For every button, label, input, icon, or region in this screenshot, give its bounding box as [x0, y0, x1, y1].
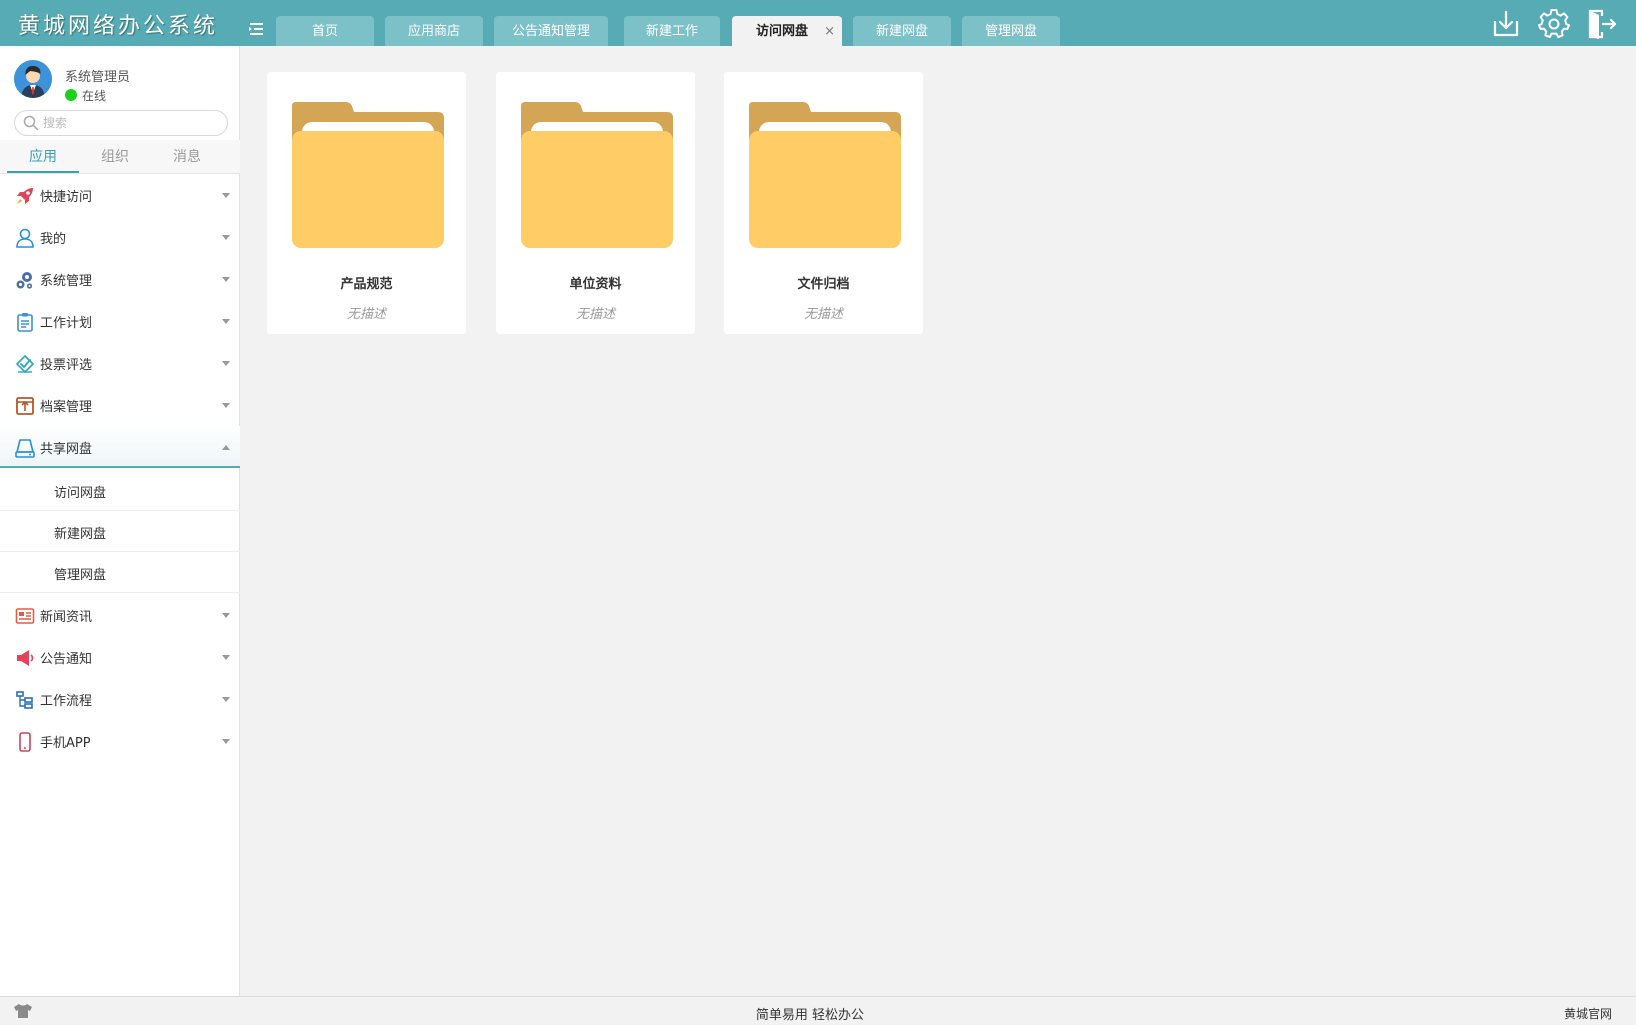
chevron-down-icon [222, 277, 230, 282]
gears-icon [16, 272, 33, 289]
folder-title: 产品规范 [340, 277, 393, 292]
nav-item-workflow[interactable]: 工作流程 [0, 678, 240, 720]
folder-description: 无描述 [803, 307, 843, 322]
chevron-down-icon [222, 697, 230, 702]
nav-item-voting[interactable]: 投票评选 [0, 342, 240, 384]
official-site-link[interactable]: 黄城官网 [1564, 1005, 1612, 1022]
sidebar-tabs: 应用 组织 消息 [0, 140, 240, 174]
tab-visit-netdisk[interactable]: 访问网盘 × [732, 16, 842, 46]
nav-label: 新闻资讯 [40, 610, 93, 625]
folder-icon [749, 102, 901, 248]
sub-item-visit-netdisk[interactable]: 访问网盘 [0, 470, 240, 511]
chevron-up-icon [222, 445, 230, 450]
nav-item-mobile-app[interactable]: 手机APP [0, 720, 240, 762]
archive-box-icon [16, 397, 34, 415]
sub-item-label: 新建网盘 [54, 527, 107, 542]
folder-card[interactable]: 文件归档 无描述 [724, 72, 923, 334]
nav-item-news[interactable]: 新闻资讯 [0, 594, 240, 636]
app-title: 黄城网络办公系统 [18, 14, 219, 39]
tab-manage-netdisk[interactable]: 管理网盘 [962, 16, 1060, 46]
tab-app-store[interactable]: 应用商店 [385, 16, 483, 46]
tab-close-button[interactable]: × [824, 16, 835, 48]
nav-item-archive-management[interactable]: 档案管理 [0, 384, 240, 426]
chevron-down-icon [222, 613, 230, 618]
search-box [14, 110, 228, 136]
clipboard-icon [17, 313, 33, 332]
avatar[interactable] [14, 60, 52, 98]
gear-icon[interactable] [1538, 8, 1570, 40]
nav-label: 投票评选 [40, 358, 93, 373]
online-status-dot [65, 89, 77, 101]
tab-home[interactable]: 首页 [276, 16, 374, 46]
footer-slogan: 简单易用 轻松办公 [755, 1008, 865, 1023]
user-icon [16, 228, 34, 248]
sub-item-label: 管理网盘 [54, 568, 107, 583]
nav-item-announcements[interactable]: 公告通知 [0, 636, 240, 678]
tab-new-work[interactable]: 新建工作 [624, 16, 720, 46]
sidebar-tab-organization[interactable]: 组织 [79, 140, 151, 174]
sub-item-manage-netdisk[interactable]: 管理网盘 [0, 552, 240, 593]
phone-icon [19, 732, 31, 752]
folder-card[interactable]: 单位资料 无描述 [496, 72, 695, 334]
folder-description: 无描述 [346, 307, 386, 322]
drive-icon [15, 439, 35, 458]
online-status-text: 在线 [82, 89, 107, 103]
nav-label: 快捷访问 [40, 190, 93, 205]
top-header: 黄城网络办公系统 首页 应用商店 公告通知管理 新建工作 访问网盘 × 新建网盘… [0, 0, 1636, 46]
sub-item-label: 访问网盘 [54, 486, 107, 501]
menu-toggle-icon[interactable] [248, 22, 268, 38]
chevron-down-icon [222, 193, 230, 198]
folder-icon [292, 102, 444, 248]
nav-item-mine[interactable]: 我的 [0, 216, 240, 258]
chevron-down-icon [222, 319, 230, 324]
chevron-down-icon [222, 655, 230, 660]
logout-icon[interactable] [1586, 8, 1618, 40]
nav-label: 工作流程 [40, 694, 93, 709]
nav-label: 共享网盘 [40, 442, 93, 457]
nav-label: 我的 [40, 232, 67, 247]
chevron-down-icon [222, 739, 230, 744]
tab-notice-management[interactable]: 公告通知管理 [494, 16, 608, 46]
avatar-person-icon [14, 60, 52, 98]
nav-item-quick-access[interactable]: 快捷访问 [0, 174, 240, 216]
folder-description: 无描述 [575, 307, 615, 322]
chevron-down-icon [222, 235, 230, 240]
nav-label: 手机APP [40, 736, 91, 751]
rocket-icon [17, 188, 33, 204]
sidebar-tab-messages[interactable]: 消息 [151, 140, 223, 174]
nav-label: 档案管理 [40, 400, 93, 415]
search-icon [23, 115, 39, 131]
footer: 简单易用 轻松办公 黄城官网 [0, 996, 1636, 1025]
folder-card[interactable]: 产品规范 无描述 [267, 72, 466, 334]
search-input[interactable] [43, 114, 219, 132]
folder-title: 文件归档 [797, 277, 850, 292]
tab-label: 访问网盘 [755, 24, 808, 39]
megaphone-icon [17, 650, 34, 666]
nav-label: 工作计划 [40, 316, 93, 331]
nav-item-work-plan[interactable]: 工作计划 [0, 300, 240, 342]
chevron-down-icon [222, 403, 230, 408]
nav-label: 系统管理 [40, 274, 93, 289]
user-name: 系统管理员 [65, 70, 131, 85]
sidebar: 系统管理员 在线 应用 组织 消息 快捷访问 我的 [0, 46, 240, 996]
nav-item-system-management[interactable]: 系统管理 [0, 258, 240, 300]
vote-icon [15, 354, 35, 374]
chevron-down-icon [222, 361, 230, 366]
folder-title: 单位资料 [569, 277, 622, 292]
tab-new-netdisk[interactable]: 新建网盘 [853, 16, 951, 46]
sidebar-tab-apps[interactable]: 应用 [7, 140, 79, 173]
nav-label: 公告通知 [40, 652, 93, 667]
folder-icon [521, 102, 673, 248]
download-icon[interactable] [1490, 8, 1522, 40]
flow-icon [16, 691, 33, 709]
news-icon [15, 608, 35, 624]
sub-item-new-netdisk[interactable]: 新建网盘 [0, 511, 240, 552]
nav-item-shared-netdisk[interactable]: 共享网盘 [0, 426, 240, 468]
